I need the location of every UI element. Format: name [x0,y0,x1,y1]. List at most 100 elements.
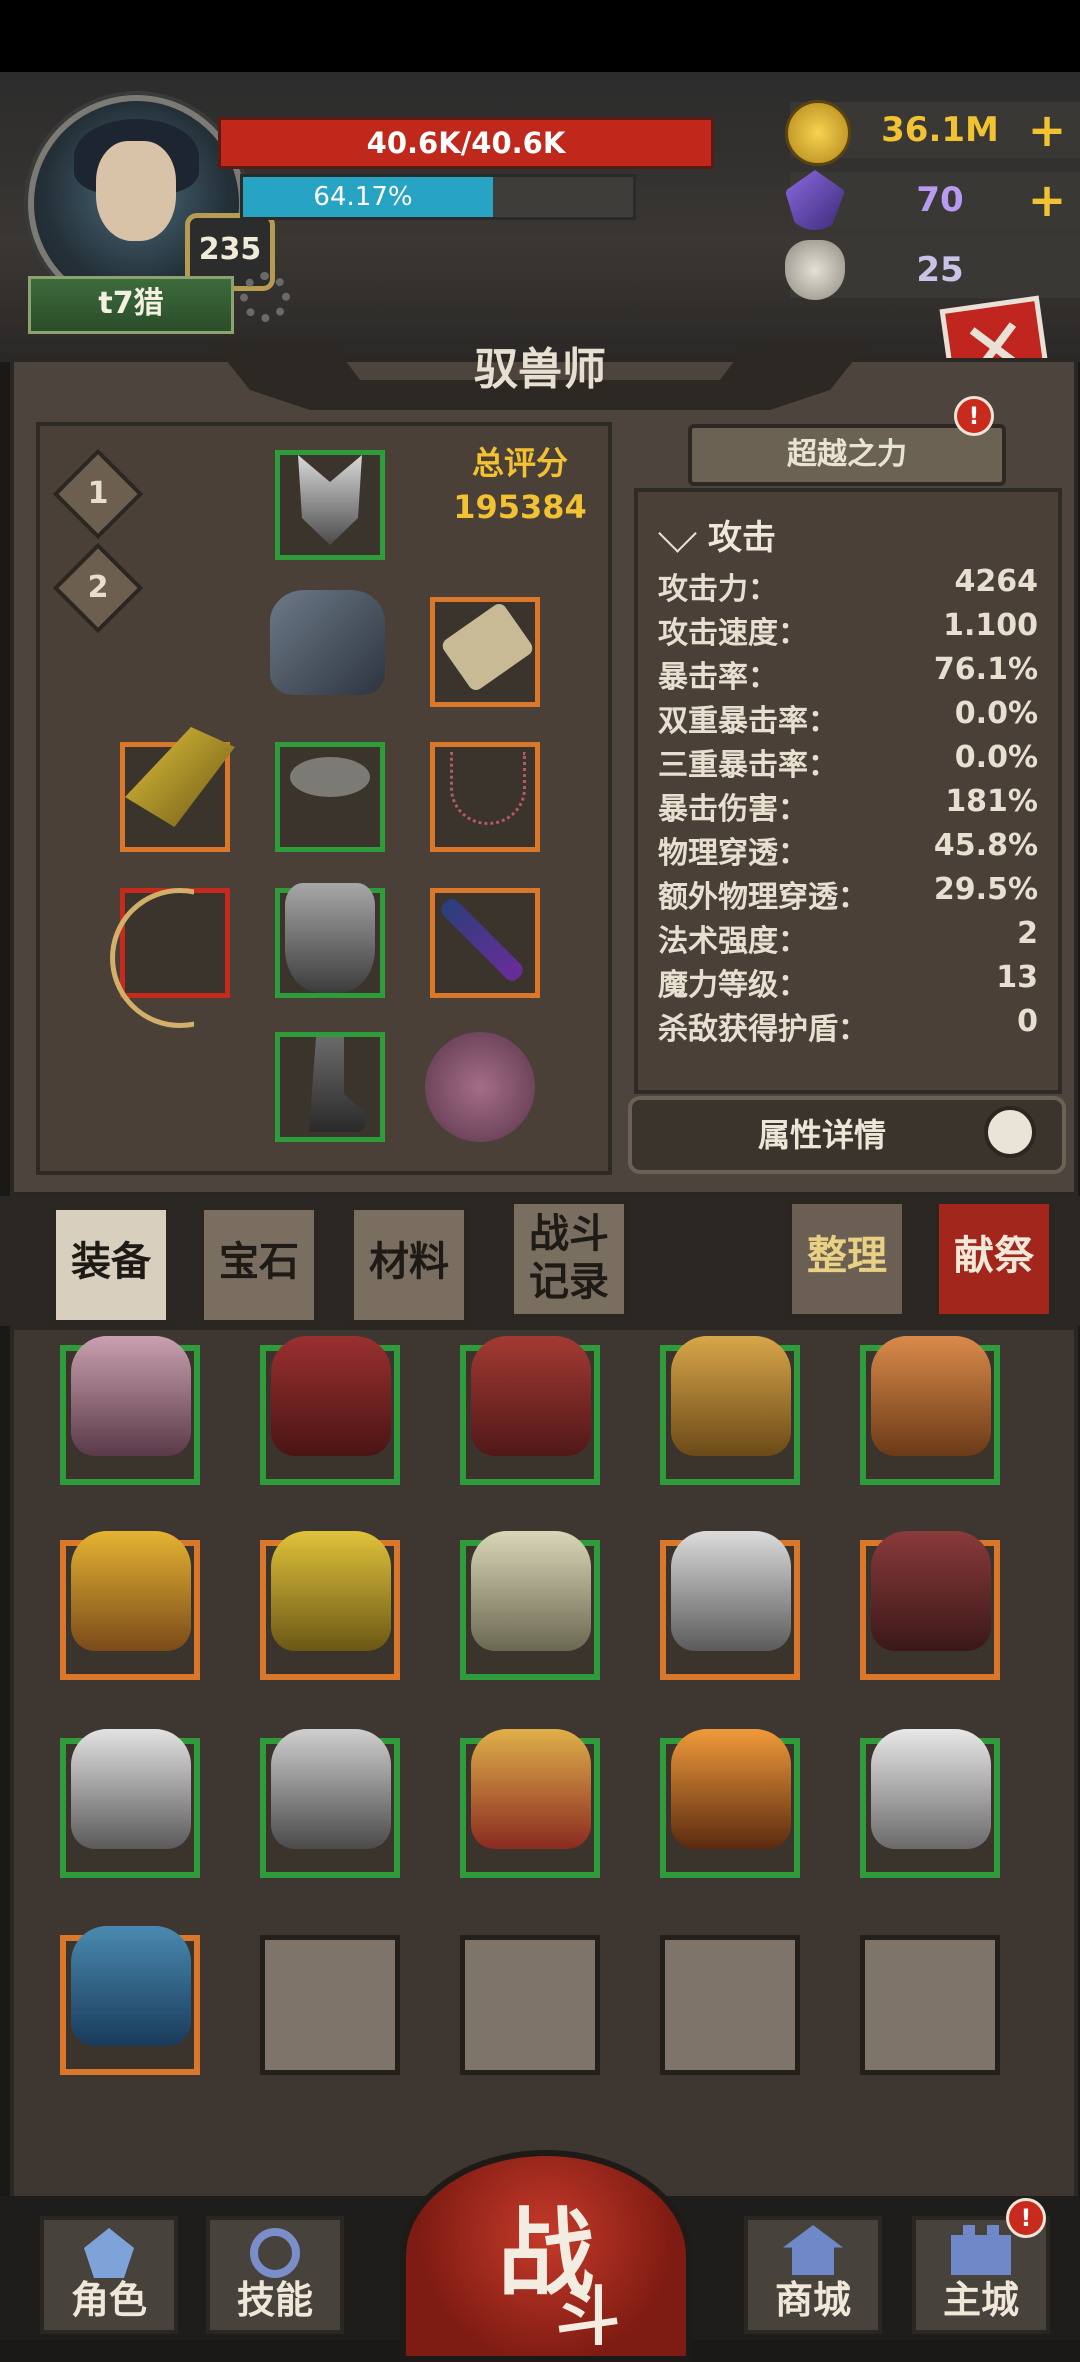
stat-label: 攻击速度： [658,616,808,651]
inventory-slot[interactable] [860,1336,1000,1485]
empty-inventory-slot[interactable] [860,1935,1000,2075]
score-label: 总评分 [471,444,568,482]
equip-slot-helmet[interactable] [275,450,385,560]
inventory-slot[interactable] [660,1531,800,1680]
stat-label: 三重暴击率： [658,748,838,783]
equip-slot-necklace[interactable] [430,742,540,852]
inventory-slot[interactable] [60,1336,200,1485]
steel-boots-item-icon [271,1729,391,1849]
stat-label: 暴击伤害： [658,792,808,827]
silver-pauldron-item-icon [71,1729,191,1849]
nav-shop[interactable]: 商城 [744,2216,882,2334]
belt-icon [290,757,370,797]
yellow-scarf-item-icon [71,1531,191,1651]
attribute-details-button[interactable]: 属性详情 [628,1096,1066,1174]
empty-inventory-slot[interactable] [660,1935,800,2075]
dragon-plate-item-icon [671,1531,791,1651]
nav-character[interactable]: 角色 [40,2216,178,2334]
nav-character-label: 角色 [70,2278,147,2322]
tab-battle-log-line2: 记录 [529,1259,609,1305]
stat-label: 暴击率： [658,660,778,695]
stat-value: 29.5% [933,872,1038,907]
stat-row: 双重暴击率： 0.0% [658,696,1038,740]
class-title: 驭兽师 [474,344,606,395]
add-crystal-button[interactable]: + [1022,172,1072,228]
stats-panel[interactable]: 攻击 攻击力： 4264 攻击速度： 1.100 暴击率： 76.1% 双重暴击率： 0.0%… [634,488,1062,1094]
stat-row: 杀敌获得护盾： 0 [658,1004,1038,1048]
inventory-slot[interactable] [860,1729,1000,1878]
crystal-value: 70 [916,180,964,220]
add-gold-button[interactable]: + [1022,102,1072,158]
stat-label: 杀敌获得护盾： [658,1012,868,1047]
inventory-slot[interactable] [60,1926,200,2075]
inventory-slot[interactable] [660,1729,800,1878]
nav-skills-label: 技能 [236,2278,313,2322]
transcend-power-button[interactable]: 超越之力 [688,424,1006,486]
inventory-slot[interactable] [260,1336,400,1485]
city-alert-badge: ! [1006,2198,1046,2238]
resource-skull: 25 [785,240,1080,300]
equip-slot-ring[interactable] [120,727,235,852]
nav-main-city-label: 主城 [942,2278,1019,2322]
mp-bar: 64.17% [240,174,636,220]
battle-label-2: 斗 [556,2281,620,2355]
stat-value: 0.0% [954,696,1038,731]
battle-button[interactable]: 战 斗 [400,2150,692,2362]
fire-belt-item-icon [671,1729,791,1849]
mp-text: 64.17% [313,182,413,212]
stat-row: 暴击率： 76.1% [658,652,1038,696]
stat-row: 暴击伤害： 181% [658,784,1038,828]
stat-value: 0.0% [954,740,1038,775]
orange-cloak-item-icon [871,1336,991,1456]
inventory-slot[interactable] [260,1531,400,1680]
tab-equipment[interactable]: 装备 [52,1206,170,1324]
red-horned-helm-item-icon [471,1336,591,1456]
resource-gold: 36.1M + [785,100,1080,166]
crossed-swords-icon [658,514,697,553]
stat-value: 0 [1017,1004,1038,1039]
tab-materials[interactable]: 材料 [350,1206,468,1324]
stat-label: 额外物理穿透： [658,880,868,915]
stat-value: 76.1% [933,652,1038,687]
inventory-slot[interactable] [860,1531,1000,1680]
ram-skull-icon [785,240,845,300]
inventory-slot[interactable] [460,1531,600,1680]
stat-row: 额外物理穿透： 29.5% [658,872,1038,916]
equip-slot-armor[interactable] [265,585,385,695]
equip-slot-dagger[interactable] [430,888,540,998]
tab-battle-log-line1: 战斗 [529,1211,609,1257]
equip-slot-belt[interactable] [275,742,385,852]
tab-gems[interactable]: 宝石 [200,1206,318,1324]
inventory-slot[interactable] [60,1729,200,1878]
inventory-slot[interactable] [260,1729,400,1878]
stat-value: 2 [1017,916,1038,951]
seal-icon[interactable] [425,1032,535,1142]
gear-icon[interactable] [240,272,290,322]
stat-label: 物理穿透： [658,836,808,871]
gold-boots-item-icon [671,1336,791,1456]
horned-helmet-icon [298,455,362,545]
avatar-face [96,141,176,241]
castle-icon [951,2225,1011,2275]
equip-slot-bow[interactable] [110,888,230,1028]
sort-button[interactable]: 整理 [788,1200,906,1318]
necklace-icon [450,752,526,825]
equip-slot-shoulders[interactable] [275,883,385,998]
transcend-alert-badge: ! [954,396,994,436]
resource-crystal: 70 + [785,170,1080,230]
red-gauntlets-item-icon [471,1729,591,1849]
equip-slot-boots[interactable] [275,1032,385,1142]
empty-inventory-slot[interactable] [460,1935,600,2075]
hp-bar: 40.6K/40.6K [218,117,714,169]
tab-battle-log[interactable]: 战斗 记录 [510,1200,628,1318]
inventory-slot[interactable] [660,1336,800,1485]
stat-value: 4264 [954,564,1039,599]
inventory-slot[interactable] [460,1336,600,1485]
claw-ring-icon [125,727,235,827]
nav-skills[interactable]: 技能 [206,2216,344,2334]
equip-slot-scroll[interactable] [430,597,540,707]
inventory-slot[interactable] [60,1531,200,1680]
sacrifice-button[interactable]: 献祭 [935,1200,1053,1318]
empty-inventory-slot[interactable] [260,1935,400,2075]
inventory-slot[interactable] [460,1729,600,1878]
